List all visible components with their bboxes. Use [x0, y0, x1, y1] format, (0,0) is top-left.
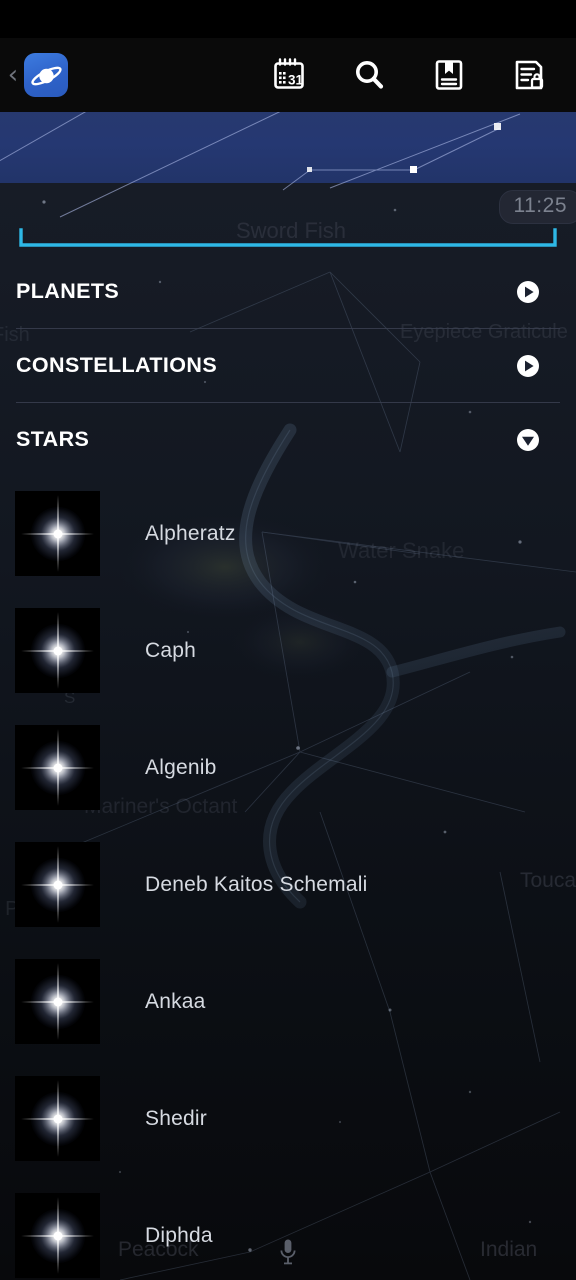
collapse-toggle-glyph	[517, 280, 539, 303]
section-header-constellations[interactable]: CONSTELLATIONS	[0, 329, 576, 402]
star-name-label: Alpheratz	[145, 521, 236, 545]
star-glow-thumbnail	[15, 1076, 100, 1161]
section-title-stars: STARS	[16, 427, 90, 451]
microphone-icon[interactable]	[278, 1238, 298, 1266]
star-glow-thumbnail	[15, 491, 100, 576]
section-header-planets[interactable]: PLANETS	[0, 255, 576, 328]
bookmark-book-icon[interactable]	[418, 44, 480, 106]
app-root: ‹ 31 Touca Peacock Indian 11:25 PLANETS …	[0, 0, 576, 1280]
star-name-label: Algenib	[145, 755, 217, 779]
object-sections: PLANETS CONSTELLATIONS STARS	[0, 255, 576, 476]
star-glow-thumbnail	[15, 959, 100, 1044]
stars-list[interactable]: Alpheratz Caph Algenib Deneb Kaitos Schemal…	[0, 475, 576, 1280]
star-thumb-core	[53, 997, 62, 1006]
star-glow-thumbnail	[15, 725, 100, 810]
book-bookmark-glyph	[435, 60, 463, 90]
calendar-icon[interactable]: 31	[258, 44, 320, 106]
document-lock-icon[interactable]	[498, 44, 560, 106]
field-of-view-bracket	[19, 228, 557, 247]
star-name-label: Ankaa	[145, 989, 206, 1013]
section-title-planets: PLANETS	[16, 279, 120, 303]
star-name-label: Caph	[145, 638, 197, 662]
star-list-item[interactable]: Shedir	[0, 1060, 576, 1177]
star-list-item[interactable]: Deneb Kaitos Schemali	[0, 826, 576, 943]
star-thumb-core	[53, 763, 62, 772]
star-list-item[interactable]: Caph	[0, 592, 576, 709]
calendar-day-badge: 31	[288, 73, 304, 88]
play-triangle-right-icon[interactable]	[516, 354, 540, 378]
star-list-item[interactable]: Alpheratz	[0, 475, 576, 592]
collapse-toggle-glyph	[517, 354, 539, 377]
expand-toggle-glyph	[517, 428, 539, 451]
star-thumb-core	[53, 529, 62, 538]
star-list-item[interactable]: Algenib	[0, 709, 576, 826]
star-glow-thumbnail	[15, 1193, 100, 1278]
magnifier-glyph	[356, 61, 384, 89]
time-badge[interactable]: 11:25	[498, 190, 576, 224]
star-name-label: Shedir	[145, 1106, 207, 1130]
star-glow-thumbnail	[15, 842, 100, 927]
star-thumb-core	[53, 880, 62, 889]
section-header-stars[interactable]: STARS	[0, 403, 576, 476]
star-name-label: Diphda	[145, 1223, 213, 1247]
star-list-item[interactable]: Ankaa	[0, 943, 576, 1060]
document-lock-glyph	[515, 60, 544, 90]
star-thumb-core	[53, 1231, 62, 1240]
star-thumb-core	[53, 646, 62, 655]
star-thumb-core	[53, 1114, 62, 1123]
triangle-down-icon[interactable]	[516, 428, 540, 452]
status-bar	[0, 0, 576, 38]
section-title-constellations: CONSTELLATIONS	[16, 353, 218, 377]
saturn-glyph	[31, 66, 62, 86]
saturn-planet-icon[interactable]	[24, 53, 68, 97]
search-icon[interactable]	[338, 44, 400, 106]
star-glow-thumbnail	[15, 608, 100, 693]
star-name-label: Deneb Kaitos Schemali	[145, 872, 368, 896]
back-button[interactable]: ‹	[2, 62, 24, 88]
play-triangle-right-icon[interactable]	[516, 280, 540, 304]
calendar-glyph: 31	[274, 58, 304, 89]
app-toolbar: ‹ 31	[0, 38, 576, 112]
